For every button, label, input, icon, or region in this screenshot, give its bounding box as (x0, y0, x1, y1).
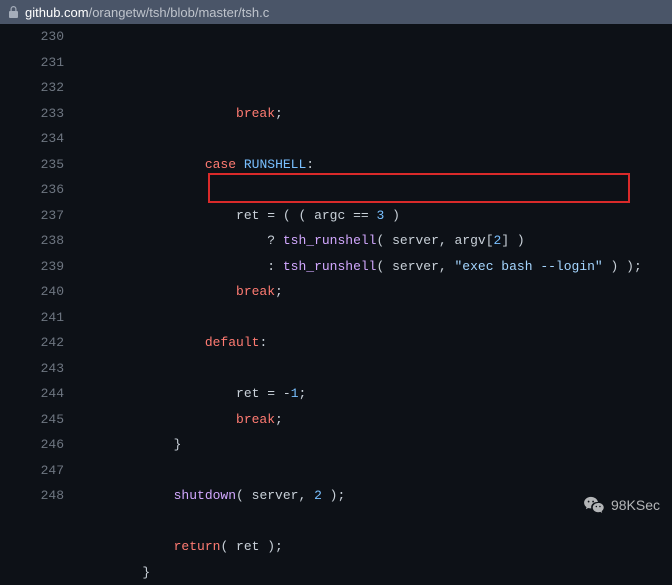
line-number[interactable]: 235 (22, 152, 64, 178)
code-line[interactable]: } (80, 432, 664, 458)
code-line[interactable]: break; (80, 407, 664, 433)
code-line[interactable] (80, 177, 664, 203)
code-line[interactable]: } (80, 560, 664, 585)
code-line[interactable]: default: (80, 330, 664, 356)
line-number[interactable]: 237 (22, 203, 64, 229)
code-line[interactable]: break; (80, 279, 664, 305)
code-line[interactable]: case RUNSHELL: (80, 152, 664, 178)
url-host: github.com (25, 5, 89, 20)
line-number[interactable]: 244 (22, 381, 64, 407)
watermark-label: 98KSec (611, 497, 660, 513)
code-line[interactable] (80, 126, 664, 152)
line-number[interactable]: 230 (22, 24, 64, 50)
code-line[interactable]: : tsh_runshell( server, "exec bash --log… (80, 254, 664, 280)
code-line[interactable] (80, 356, 664, 382)
line-number[interactable]: 233 (22, 101, 64, 127)
code-line[interactable]: shutdown( server, 2 ); (80, 483, 664, 509)
code-line[interactable]: break; (80, 101, 664, 127)
line-number[interactable]: 234 (22, 126, 64, 152)
line-number[interactable]: 236 (22, 177, 64, 203)
code-line[interactable]: return( ret ); (80, 534, 664, 560)
line-number[interactable]: 245 (22, 407, 64, 433)
line-number-gutter: 2302312322332342352362372382392402412422… (22, 24, 80, 585)
address-bar[interactable]: github.com/orangetw/tsh/blob/master/tsh.… (0, 0, 672, 24)
code-line[interactable] (80, 305, 664, 331)
url-path: /orangetw/tsh/blob/master/tsh.c (89, 5, 270, 20)
line-number[interactable]: 243 (22, 356, 64, 382)
code-line[interactable]: ret = -1; (80, 381, 664, 407)
line-number[interactable]: 232 (22, 75, 64, 101)
code-viewer: 2302312322332342352362372382392402412422… (0, 24, 672, 585)
left-margin (0, 24, 22, 585)
line-number[interactable]: 231 (22, 50, 64, 76)
watermark: 98KSec (583, 496, 660, 514)
code-line[interactable]: ? tsh_runshell( server, argv[2] ) (80, 228, 664, 254)
wechat-icon (583, 496, 605, 514)
code-line[interactable] (80, 509, 664, 535)
line-number[interactable]: 246 (22, 432, 64, 458)
lock-icon (8, 6, 19, 18)
line-number[interactable]: 240 (22, 279, 64, 305)
line-number[interactable]: 242 (22, 330, 64, 356)
code-line[interactable]: ret = ( ( argc == 3 ) (80, 203, 664, 229)
line-number[interactable]: 241 (22, 305, 64, 331)
line-number[interactable]: 248 (22, 483, 64, 509)
line-number[interactable]: 239 (22, 254, 64, 280)
code-line[interactable] (80, 458, 664, 484)
line-number[interactable]: 247 (22, 458, 64, 484)
line-number[interactable]: 238 (22, 228, 64, 254)
